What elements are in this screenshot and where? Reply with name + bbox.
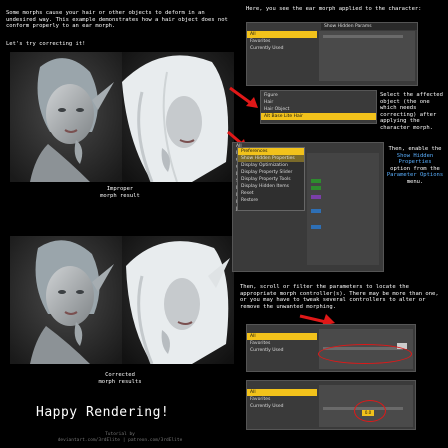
happy-rendering-title: Happy Rendering! — [36, 405, 170, 420]
parameters-panel-5: All Favorites Currently Used 0.0 — [246, 380, 416, 430]
panel4-row-2[interactable]: Currently Used — [247, 347, 317, 354]
panel2-row-1[interactable]: Hair — [261, 99, 376, 106]
options-menu-item-6[interactable]: Reset — [238, 190, 304, 197]
note-enable-hidden: Then, enable the Show Hidden Properties … — [384, 146, 446, 186]
credit-line-1: Tutorial by — [105, 432, 135, 437]
options-menu-item-4[interactable]: Display Property Tools — [238, 176, 304, 183]
scene-panel: Figure Hair Hair Object Alt Base Lite Ha… — [260, 90, 377, 124]
panel2-row-0[interactable]: Figure — [261, 92, 376, 99]
panel2-row-2[interactable]: Hair Object — [261, 106, 376, 113]
panel1-slider[interactable] — [323, 35, 403, 38]
options-menu-item-5[interactable]: Display Hidden Items — [238, 183, 304, 190]
blue-tag-icon-2 — [311, 225, 321, 229]
note-enable-hidden-4: Parameter Options — [386, 172, 444, 179]
credit-line-2: deviantart.com/3rdElite | patreon.com/3r… — [57, 438, 183, 443]
improper-photo-image — [10, 52, 122, 182]
panel4-row-1[interactable]: Favorites — [247, 340, 317, 347]
parameters-panel-1: Show Hidden Params All Favorites Current… — [246, 22, 418, 86]
note-scroll: Then, scroll or filter the parameters to… — [240, 284, 439, 310]
improper-photo — [10, 52, 122, 182]
note-enable-hidden-5: menu. — [406, 178, 424, 185]
red-circle-annotation-2 — [354, 400, 386, 422]
options-menu-item-3[interactable]: Display Property Slider — [238, 169, 304, 176]
caption-corrected-1: Corrected — [105, 372, 135, 378]
improper-photo-right-image — [122, 52, 234, 182]
panel2-row-3[interactable]: Alt Base Lite Hair — [261, 113, 376, 120]
note-ear-morph: Here, you see the ear morph applied to t… — [246, 6, 422, 12]
note-enable-hidden-2: Show Hidden Properties — [396, 152, 434, 166]
note-enable-hidden-1: Then, enable the — [388, 146, 442, 152]
corrected-photo-right-image — [122, 236, 234, 364]
note-enable-hidden-3: option from the — [390, 165, 440, 172]
red-circle-annotation-1 — [318, 344, 412, 364]
caption-corrected-2: morph results — [98, 379, 142, 385]
panel5-row-2[interactable]: Currently Used — [247, 403, 317, 410]
options-menu-item-7[interactable]: Restore — [238, 197, 304, 204]
parameter-options-panel: All Favorites Currently Used General Dis… — [232, 142, 384, 272]
corrected-photo — [10, 236, 122, 364]
intro-lets-try: Let's try correcting it! — [6, 41, 86, 47]
panel1-row-2[interactable]: Currently Used — [247, 45, 317, 52]
panel1-row-0[interactable]: All — [247, 31, 317, 38]
panel5-row-1[interactable]: Favorites — [247, 396, 317, 403]
corrected-photo-right — [122, 236, 234, 364]
blue-tag-icon — [311, 209, 321, 213]
intro-paragraph: Some morphs cause your hair or other obj… — [6, 10, 228, 30]
green-tag-icon — [311, 179, 321, 183]
note-select-object: Select the affected object (the one whic… — [380, 92, 443, 131]
options-menu-item-1[interactable]: Show Hidden Properties — [238, 155, 304, 162]
options-menu-item-2[interactable]: Display Optimization — [238, 162, 304, 169]
red-arrow-1-icon — [229, 86, 258, 108]
improper-photo-right — [122, 52, 234, 182]
panel1-property-area — [319, 31, 415, 81]
caption-improper-1: Improper — [106, 186, 134, 192]
corrected-photo-image — [10, 236, 122, 364]
panel4-row-0[interactable]: All — [247, 333, 317, 340]
options-menu-item-0[interactable]: Preferences — [238, 148, 304, 155]
green-tag-icon-2 — [311, 186, 321, 190]
panel5-row-0[interactable]: All — [247, 389, 317, 396]
options-menu: Preferences Show Hidden Properties Displ… — [237, 147, 305, 211]
caption-improper-2: morph result — [100, 193, 140, 199]
purple-tag-icon — [311, 195, 321, 199]
panel1-header: Show Hidden Params — [321, 23, 417, 30]
panel1-row-1[interactable]: Favorites — [247, 38, 317, 45]
